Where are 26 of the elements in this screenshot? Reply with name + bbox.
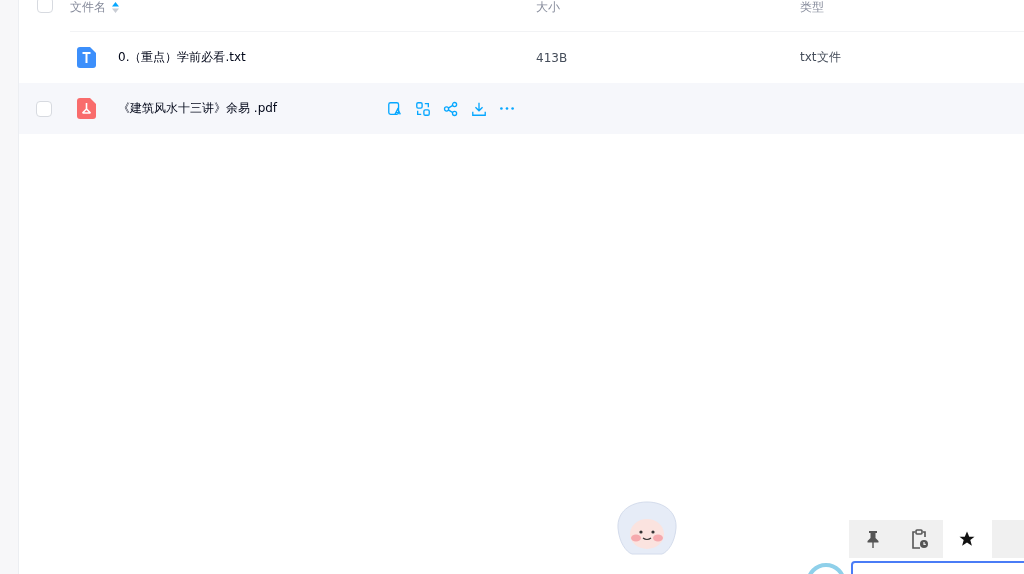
sort-icon[interactable]	[112, 1, 119, 13]
column-header[interactable]: 大小	[536, 0, 800, 16]
file-row[interactable]: 《建筑风水十三讲》余易 .pdf	[19, 83, 1024, 134]
column-header[interactable]: 类型	[800, 0, 1024, 16]
file-size: 413B	[536, 50, 569, 65]
share-button[interactable]	[442, 99, 460, 118]
pdf-file-icon	[77, 98, 96, 119]
convert-button[interactable]	[414, 99, 432, 118]
file-name[interactable]: 《建筑风水十三讲》余易 .pdf	[118, 100, 278, 117]
row-checkbox[interactable]	[36, 100, 52, 117]
more-icon	[500, 107, 514, 110]
convert-icon	[415, 100, 431, 117]
clipboard-button[interactable]	[896, 520, 943, 558]
select-all-checkbox[interactable]	[37, 0, 53, 13]
file-name[interactable]: 0.（重点）学前必看.txt	[118, 49, 246, 66]
share-icon	[443, 100, 459, 117]
column-header[interactable]: 文件名	[70, 0, 536, 16]
pin-button[interactable]	[849, 520, 896, 558]
file-type: txt文件	[800, 49, 842, 66]
clipboard-clock-icon	[910, 529, 929, 549]
star-icon	[957, 530, 976, 548]
ai-document-icon	[387, 100, 403, 117]
text-file-icon	[77, 47, 96, 68]
ai-document-button[interactable]	[386, 99, 404, 118]
download-icon	[471, 100, 487, 117]
pin-icon	[865, 530, 880, 548]
